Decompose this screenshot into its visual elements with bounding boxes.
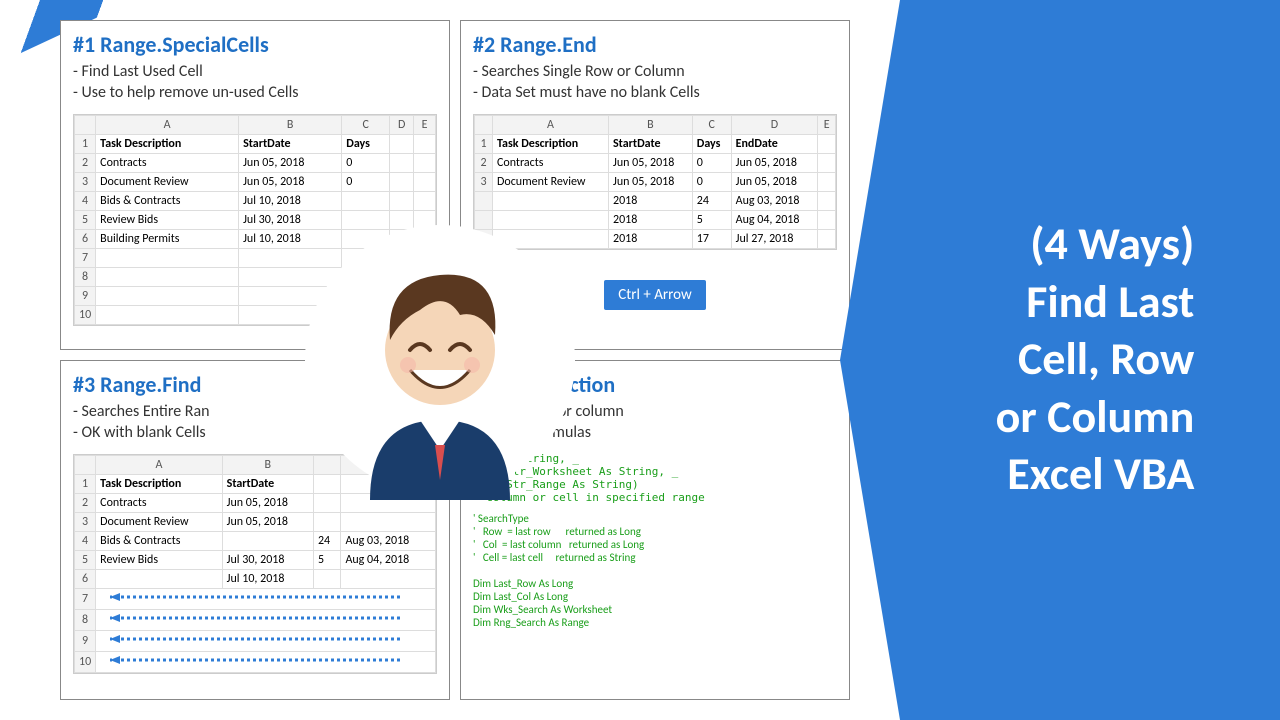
title-line3: Cell, Row: [996, 331, 1195, 389]
title-text: (4 Ways) Find Last Cell, Row or Column E…: [996, 216, 1215, 504]
avatar-illustration: [300, 220, 580, 500]
panel4-code2: ' SearchType ' Row = last row returned a…: [473, 512, 837, 629]
title-line1: (4 Ways): [996, 216, 1195, 274]
panel1-bullet1: - Find Last Used Cell: [73, 62, 437, 83]
title-line4: or Column: [996, 389, 1195, 447]
panel1-title: #1 Range.SpecialCells: [73, 31, 437, 58]
panel2-bullet2: - Data Set must have no blank Cells: [473, 83, 837, 104]
right-title-panel: (4 Ways) Find Last Cell, Row or Column E…: [900, 0, 1280, 720]
title-line5: Excel VBA: [996, 446, 1195, 504]
panel2-bullet1: - Searches Single Row or Column: [473, 62, 837, 83]
panel1-bullet2: - Use to help remove un-used Cells: [73, 83, 437, 104]
title-line2: Find Last: [996, 274, 1195, 332]
panel2-title: #2 Range.End: [473, 31, 837, 58]
ctrl-arrow-badge: Ctrl + Arrow: [604, 280, 705, 310]
